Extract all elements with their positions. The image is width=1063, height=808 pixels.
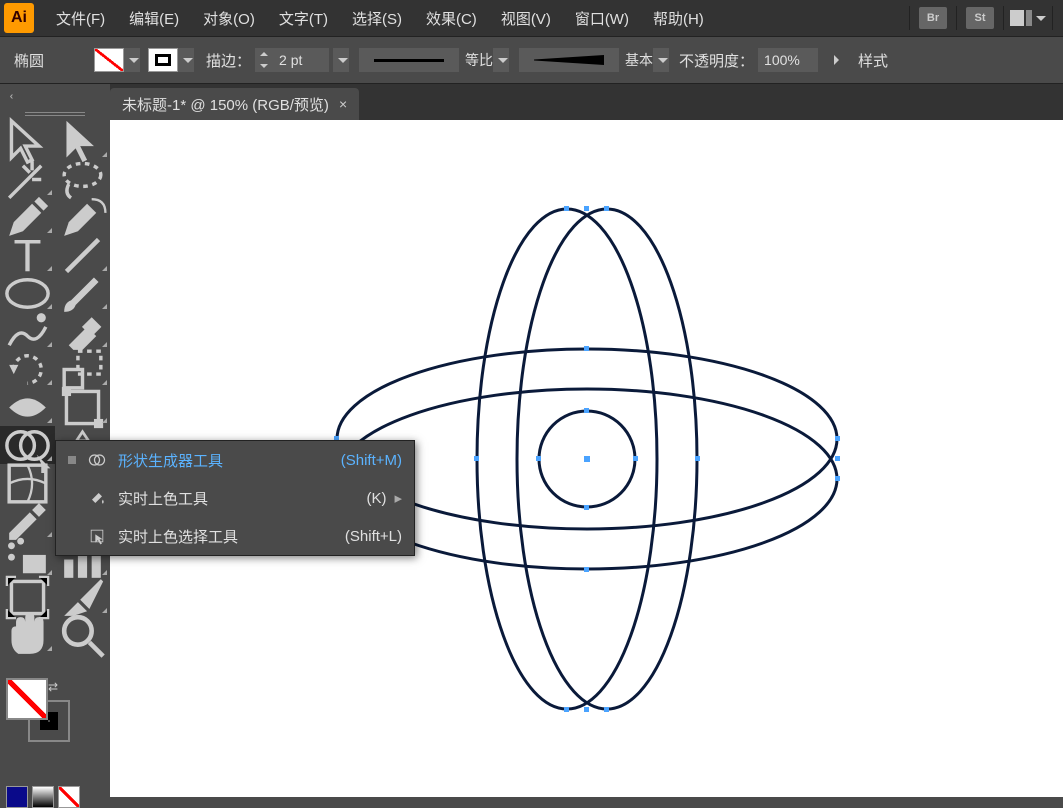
opacity-field[interactable]: 100% xyxy=(758,48,818,72)
menu-file[interactable]: 文件(F) xyxy=(44,0,117,36)
fill-stroke-controls: ⇄ xyxy=(6,678,66,738)
menu-object[interactable]: 对象(O) xyxy=(191,0,267,36)
profile1-dropdown[interactable] xyxy=(493,48,509,72)
opacity-more[interactable] xyxy=(824,48,848,72)
stroke-weight-field[interactable]: 2 pt xyxy=(273,48,329,72)
menu-help[interactable]: 帮助(H) xyxy=(641,0,716,36)
shape-builder-flyout: 形状生成器工具 (Shift+M) 实时上色工具 (K) ▸ 实时上色选择工具 … xyxy=(55,440,415,556)
menu-edit[interactable]: 编辑(E) xyxy=(117,0,191,36)
variable-width-profile[interactable] xyxy=(359,48,459,72)
document-tab-title: 未标题-1* @ 150% (RGB/预览) xyxy=(122,94,329,115)
fill-dropdown[interactable] xyxy=(124,48,140,72)
flyout-item-label: 实时上色工具 xyxy=(118,488,350,509)
panel-collapse-button[interactable]: ‹‹ xyxy=(0,84,20,108)
stroke-weight-stepper[interactable] xyxy=(255,48,273,72)
style-label: 样式 xyxy=(858,50,888,71)
document-tab[interactable]: 未标题-1* @ 150% (RGB/预览) × xyxy=(110,88,359,120)
flyout-item-label: 实时上色选择工具 xyxy=(118,526,329,547)
brush-definition[interactable] xyxy=(519,48,619,72)
zoom-tool[interactable] xyxy=(55,616,110,654)
hand-tool[interactable] xyxy=(0,616,55,654)
fill-color-swatch[interactable] xyxy=(6,678,48,720)
menu-type[interactable]: 文字(T) xyxy=(267,0,340,36)
menubar: Ai 文件(F) 编辑(E) 对象(O) 文字(T) 选择(S) 效果(C) 视… xyxy=(0,0,1063,36)
profile-label-2: 基本 xyxy=(625,50,653,70)
live-paint-selection-icon xyxy=(86,526,108,546)
workspace-layout-icon[interactable] xyxy=(1010,10,1032,26)
stroke-swatch[interactable] xyxy=(148,48,178,72)
color-mode-gradient[interactable] xyxy=(32,786,54,808)
close-icon[interactable]: × xyxy=(339,96,347,112)
live-paint-bucket-icon xyxy=(86,488,108,508)
ai-logo-icon: Ai xyxy=(4,3,34,33)
menu-effect[interactable]: 效果(C) xyxy=(414,0,489,36)
submenu-arrow-icon: ▸ xyxy=(394,489,402,507)
stroke-dropdown[interactable] xyxy=(178,48,194,72)
flyout-shape-builder[interactable]: 形状生成器工具 (Shift+M) xyxy=(56,441,414,479)
flyout-live-paint-bucket[interactable]: 实时上色工具 (K) ▸ xyxy=(56,479,414,517)
document-tab-bar: 未标题-1* @ 150% (RGB/预览) × xyxy=(110,84,1063,120)
flyout-item-shortcut: (Shift+M) xyxy=(341,452,402,469)
flyout-live-paint-selection[interactable]: 实时上色选择工具 (Shift+L) xyxy=(56,517,414,555)
profile-label-1: 等比 xyxy=(465,50,493,70)
menu-view[interactable]: 视图(V) xyxy=(489,0,563,36)
profile2-dropdown[interactable] xyxy=(653,48,669,72)
stroke-weight-dropdown[interactable] xyxy=(333,48,349,72)
color-mode-solid[interactable] xyxy=(6,786,28,808)
stroke-weight-label: 描边： xyxy=(206,50,251,71)
color-mode-none[interactable] xyxy=(58,786,80,808)
flyout-item-shortcut: (Shift+L) xyxy=(345,528,402,545)
opacity-label: 不透明度： xyxy=(679,50,754,71)
flyout-item-shortcut: (K) xyxy=(366,490,386,507)
fill-swatch[interactable] xyxy=(94,48,124,72)
options-bar: 椭圆 描边： 2 pt 等比 基本 不透明度： 100% 样式 xyxy=(0,36,1063,84)
shape-builder-icon xyxy=(86,450,108,470)
swap-fill-stroke-icon[interactable]: ⇄ xyxy=(48,680,58,694)
active-tool-label: 椭圆 xyxy=(14,50,44,71)
chevron-down-icon[interactable] xyxy=(1036,16,1046,21)
bridge-button[interactable]: Br xyxy=(919,7,947,29)
active-indicator-icon xyxy=(68,456,76,464)
menu-select[interactable]: 选择(S) xyxy=(340,0,414,36)
stock-button[interactable]: St xyxy=(966,7,994,29)
menu-window[interactable]: 窗口(W) xyxy=(563,0,641,36)
flyout-item-label: 形状生成器工具 xyxy=(118,450,325,471)
